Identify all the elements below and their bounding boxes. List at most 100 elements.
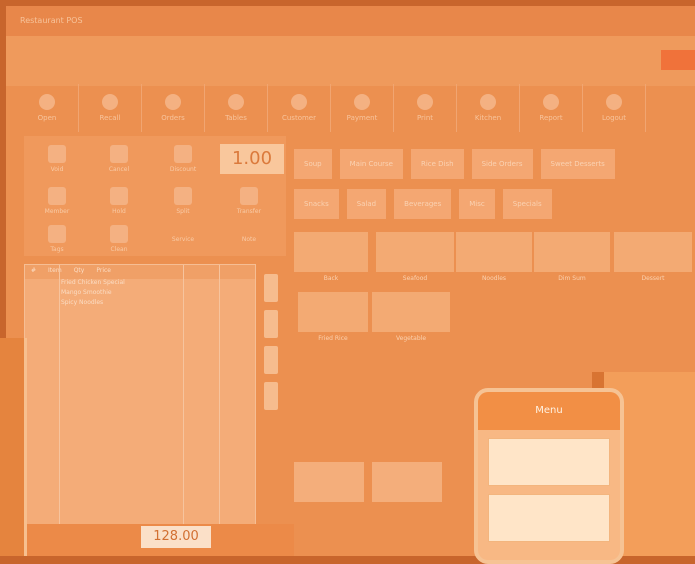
menu-item-back[interactable]: Back — [294, 232, 368, 282]
category-button[interactable]: Main Course — [339, 149, 403, 179]
prev-page-button[interactable] — [294, 462, 364, 502]
toolbar-customer[interactable]: Customer — [268, 84, 331, 132]
menu-item[interactable]: Dessert — [614, 232, 692, 282]
toolbar-open[interactable]: Open — [16, 84, 79, 132]
mobile-card[interactable] — [488, 494, 610, 542]
menu-item-label: Seafood — [402, 275, 428, 282]
payment-icon — [354, 94, 370, 110]
function-label: Hold — [112, 208, 126, 215]
function-split[interactable]: Split — [158, 182, 208, 220]
menu-item[interactable]: Seafood — [376, 232, 454, 282]
grid-header-cell: Price — [96, 267, 111, 274]
toolbar-label: Payment — [346, 114, 378, 122]
menu-item[interactable]: Fried Rice — [298, 292, 368, 342]
menu-item-label: Dim Sum — [558, 275, 586, 282]
menu-bar — [6, 36, 695, 86]
function-label: Clean — [110, 246, 128, 253]
category-row: Soup Main Course Rice Dish Side Orders S… — [294, 144, 695, 184]
function-cancel[interactable]: Cancel — [94, 140, 144, 178]
toolbar-tables[interactable]: Tables — [205, 84, 268, 132]
order-grid: # Item Qty Price Fried Chicken Special M… — [24, 264, 256, 528]
function-transfer[interactable]: Transfer — [224, 182, 274, 220]
menu-item[interactable]: Dim Sum — [534, 232, 610, 282]
menu-item[interactable]: Vegetable — [372, 292, 450, 342]
function-label: Transfer — [236, 208, 262, 215]
toolbar-label: Kitchen — [474, 114, 502, 122]
category-button[interactable]: Misc — [459, 189, 495, 219]
menu-item-label: Fried Rice — [318, 335, 348, 342]
split-icon — [174, 187, 192, 205]
print-icon — [417, 94, 433, 110]
brush-icon — [110, 225, 128, 243]
function-label: Member — [44, 208, 70, 215]
toolbar-label: Tables — [225, 114, 247, 122]
function-hold[interactable]: Hold — [94, 182, 144, 220]
category-button[interactable]: Side Orders — [471, 149, 533, 179]
quantity-field[interactable]: 1.00 — [220, 144, 284, 174]
function-void[interactable]: Void — [32, 140, 82, 178]
menu-item[interactable]: Noodles — [456, 232, 532, 282]
close-button[interactable] — [661, 50, 695, 70]
function-label: Service — [171, 235, 195, 243]
mobile-title: Menu — [478, 392, 620, 430]
toolbar-label: Report — [539, 114, 563, 122]
menu-item-label: Back — [323, 275, 339, 282]
grid-divider — [59, 265, 60, 527]
mobile-card[interactable] — [488, 438, 610, 486]
void-icon — [48, 145, 66, 163]
open-icon — [39, 94, 55, 110]
toolbar-logout[interactable]: Logout — [583, 84, 646, 132]
category-button[interactable]: Salad — [346, 189, 387, 219]
recall-icon — [102, 94, 118, 110]
kitchen-icon — [480, 94, 496, 110]
menu-item-label: Vegetable — [395, 335, 427, 342]
toolbar: Open Recall Orders Tables Customer Payme… — [16, 84, 695, 132]
category-button[interactable]: Specials — [502, 189, 552, 219]
toolbar-label: Recall — [99, 114, 121, 122]
next-page-button[interactable] — [372, 462, 442, 502]
category-panel: Soup Main Course Rice Dish Side Orders S… — [294, 144, 695, 226]
toolbar-label: Print — [416, 114, 434, 122]
toolbar-report[interactable]: Report — [520, 84, 583, 132]
grid-divider — [183, 265, 184, 527]
toolbar-label: Open — [37, 114, 57, 122]
toolbar-print[interactable]: Print — [394, 84, 457, 132]
window-title: Restaurant POS — [6, 6, 695, 36]
toolbar-recall[interactable]: Recall — [79, 84, 142, 132]
function-discount[interactable]: Discount — [158, 140, 208, 178]
total-value: 128.00 — [141, 526, 211, 548]
category-button[interactable]: Soup — [294, 149, 332, 179]
scroll-bottom-button[interactable] — [264, 382, 278, 410]
phone-device: Menu — [474, 388, 624, 564]
toolbar-kitchen[interactable]: Kitchen — [457, 84, 520, 132]
grid-divider — [219, 265, 220, 527]
scroll-up-button[interactable] — [264, 310, 278, 338]
toolbar-payment[interactable]: Payment — [331, 84, 394, 132]
function-tags[interactable]: Tags — [32, 220, 82, 258]
function-label: Note — [241, 235, 257, 243]
category-button[interactable]: Snacks — [294, 189, 339, 219]
toolbar-orders[interactable]: Orders — [142, 84, 205, 132]
function-clean[interactable]: Clean — [94, 220, 144, 258]
function-member[interactable]: Member — [32, 182, 82, 220]
toolbar-label: Logout — [602, 114, 626, 122]
category-button[interactable]: Beverages — [394, 189, 452, 219]
function-service[interactable]: Service — [158, 220, 208, 258]
menu-item-label: Dessert — [641, 275, 665, 282]
report-icon — [543, 94, 559, 110]
grid-header-cell: # — [31, 267, 37, 274]
function-note[interactable]: Note — [224, 220, 274, 258]
discount-icon — [174, 145, 192, 163]
tables-icon — [228, 94, 244, 110]
scroll-top-button[interactable] — [264, 274, 278, 302]
grid-header-cell: Item — [48, 267, 62, 274]
transfer-icon — [240, 187, 258, 205]
scroll-down-button[interactable] — [264, 346, 278, 374]
category-button[interactable]: Rice Dish — [410, 149, 464, 179]
function-label: Cancel — [108, 166, 130, 173]
member-icon — [48, 187, 66, 205]
page-nav — [294, 462, 494, 508]
function-label: Tags — [50, 246, 64, 253]
grid-header-cell: Qty — [73, 267, 85, 274]
category-button[interactable]: Sweet Desserts — [540, 149, 615, 179]
